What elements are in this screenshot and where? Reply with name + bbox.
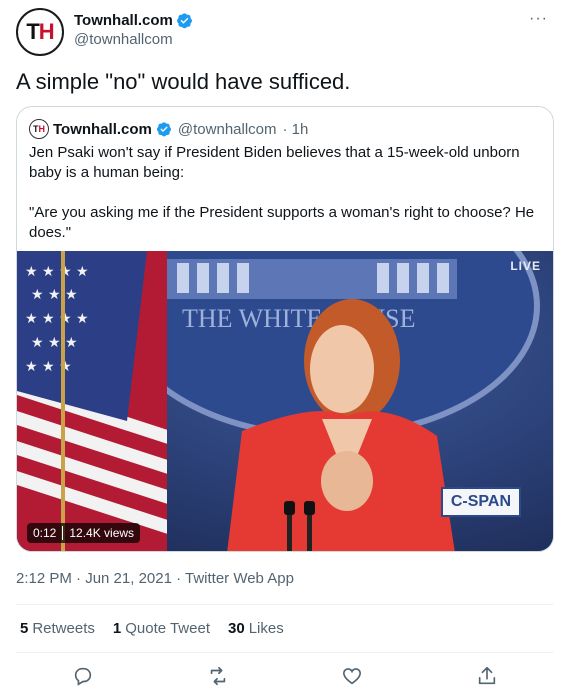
verified-icon [176,13,192,29]
quoted-paragraph: "Are you asking me if the President supp… [29,204,535,241]
avatar-letter-t: T [26,19,39,44]
reply-icon[interactable] [72,665,94,687]
quoted-author-name: Townhall.com [53,120,152,138]
action-bar [16,660,554,692]
quoted-tweet[interactable]: TH Townhall.com @townhallcom · 1h Jen Ps… [16,106,554,552]
live-label: LIVE [510,259,541,273]
quoted-paragraph: Jen Psaki won't say if President Biden b… [29,144,520,181]
video-player[interactable]: THE WHITE HOUSE ★ ★ ★ ★ ★ ★ ★ ★ ★ ★ ★ ★ ★ … [17,251,553,551]
likes-stat[interactable]: 30 Likes [228,620,284,637]
retweets-count: 5 [20,620,29,637]
quoted-avatar: TH [29,119,49,139]
like-icon[interactable] [341,665,363,687]
cspan-logo: C-SPAN [440,487,521,517]
svg-text:★ ★ ★: ★ ★ ★ [31,287,78,303]
tweet-timestamp[interactable]: 2:12 PM · Jun 21, 2021 · Twitter Web App [16,570,294,587]
svg-text:★ ★ ★: ★ ★ ★ [31,335,78,351]
quotes-label: Quote Tweet [125,620,210,637]
likes-label: Likes [248,620,284,637]
retweets-label: Retweets [32,620,95,637]
svg-text:★ ★ ★ ★: ★ ★ ★ ★ [25,264,89,280]
quoted-body: Jen Psaki won't say if President Biden b… [29,143,541,243]
quoted-header: TH Townhall.com @townhallcom · 1h [29,119,308,139]
quote-tweets-stat[interactable]: 1 Quote Tweet [113,620,210,637]
quoted-avatar-letter-h: H [38,124,46,134]
tweet-header: TH Townhall.com @townhallcom ··· [16,8,556,56]
likes-count: 30 [228,620,245,637]
author-name-row[interactable]: Townhall.com [74,12,193,29]
video-views: 12.4K views [62,526,134,540]
author-name[interactable]: Townhall.com [74,12,173,29]
svg-text:★ ★ ★ ★: ★ ★ ★ ★ [25,311,89,327]
quoted-author-handle: @townhallcom [177,120,277,138]
share-icon[interactable] [476,665,498,687]
author-block: Townhall.com @townhallcom [74,12,193,48]
more-icon[interactable]: ··· [529,10,548,28]
tweet-text: A simple "no" would have sufficed. [16,69,351,94]
quotes-count: 1 [112,620,122,637]
video-meta: 0:12 12.4K views [27,523,141,543]
divider [16,652,554,653]
author-handle[interactable]: @townhallcom [74,31,193,48]
quoted-time: · 1h [282,120,309,138]
engagement-stats: 5 Retweets 1 Quote Tweet 30 Likes [20,620,284,637]
avatar[interactable]: TH [16,8,64,56]
video-duration: 0:12 [33,526,57,540]
verified-icon [156,122,171,137]
retweet-icon[interactable] [207,665,229,687]
divider [16,604,554,605]
avatar-logo: TH [26,19,55,45]
avatar-letter-h: H [38,19,55,44]
retweets-stat[interactable]: 5 Retweets [20,620,95,637]
